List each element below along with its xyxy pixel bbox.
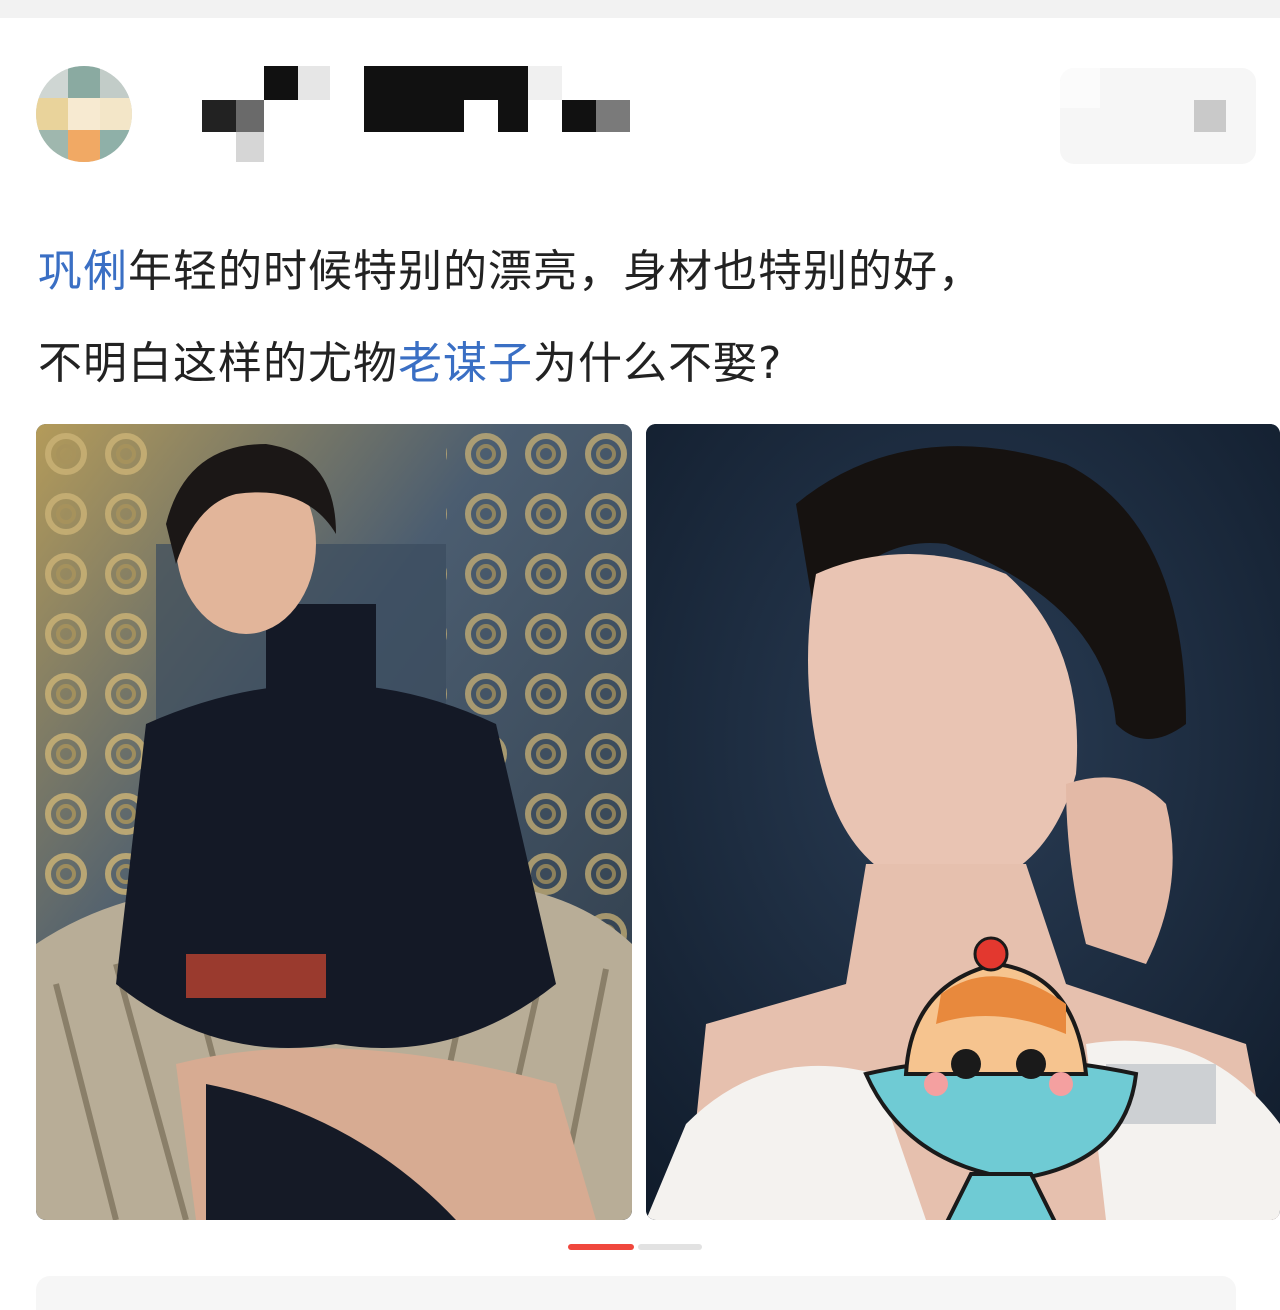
indicator-inactive [638,1244,702,1250]
next-card [36,1276,1236,1310]
post-text-segment: 不明白这样的尤物 [38,338,398,389]
avatar-pixel [100,130,132,162]
redaction-block [298,66,330,100]
avatar-pixel [36,98,68,130]
avatar-pixel [36,130,68,162]
post-page: 巩俐年轻的时候特别的漂亮，身材也特别的好， 不明白这样的尤物老谋子为什么不娶? [0,0,1280,1310]
post-text: 巩俐年轻的时候特别的漂亮，身材也特别的好， 不明白这样的尤物老谋子为什么不娶? [38,226,1248,410]
topic-link[interactable]: 老谋子 [398,338,533,389]
redaction-block [596,100,630,132]
topic-link[interactable]: 巩俐 [38,246,128,297]
post-text-segment: 年轻的时候特别的漂亮，身材也特别的好， [128,246,983,297]
avatar-pixel [100,98,132,130]
redaction-block [562,100,596,132]
post-image-1[interactable] [36,424,632,1220]
redaction-block [264,66,298,100]
avatar-pixel [100,66,132,98]
redaction-block [202,100,236,132]
redaction-block [1060,68,1100,108]
avatar-pixel [68,98,100,130]
post-text-segment: 为什么不娶? [533,338,783,389]
post-image-2[interactable] [646,424,1280,1220]
carousel-indicator [568,1244,702,1250]
indicator-active [568,1244,634,1250]
redaction-block [464,100,500,132]
redaction-block [1194,100,1226,132]
redaction-block [498,100,528,132]
avatar-pixel [68,130,100,162]
username-redacted[interactable] [196,66,636,166]
more-button[interactable] [1060,68,1256,164]
photo-woman-in-wicker-chair-icon [36,424,632,1220]
avatar-pixel [68,66,100,98]
avatar[interactable] [36,66,132,162]
redaction-block [236,100,264,132]
avatar-pixel [36,66,68,98]
photo-woman-white-dress-icon [646,424,1280,1220]
top-divider [0,0,1280,18]
redaction-block [236,132,264,162]
redaction-block [528,66,562,100]
